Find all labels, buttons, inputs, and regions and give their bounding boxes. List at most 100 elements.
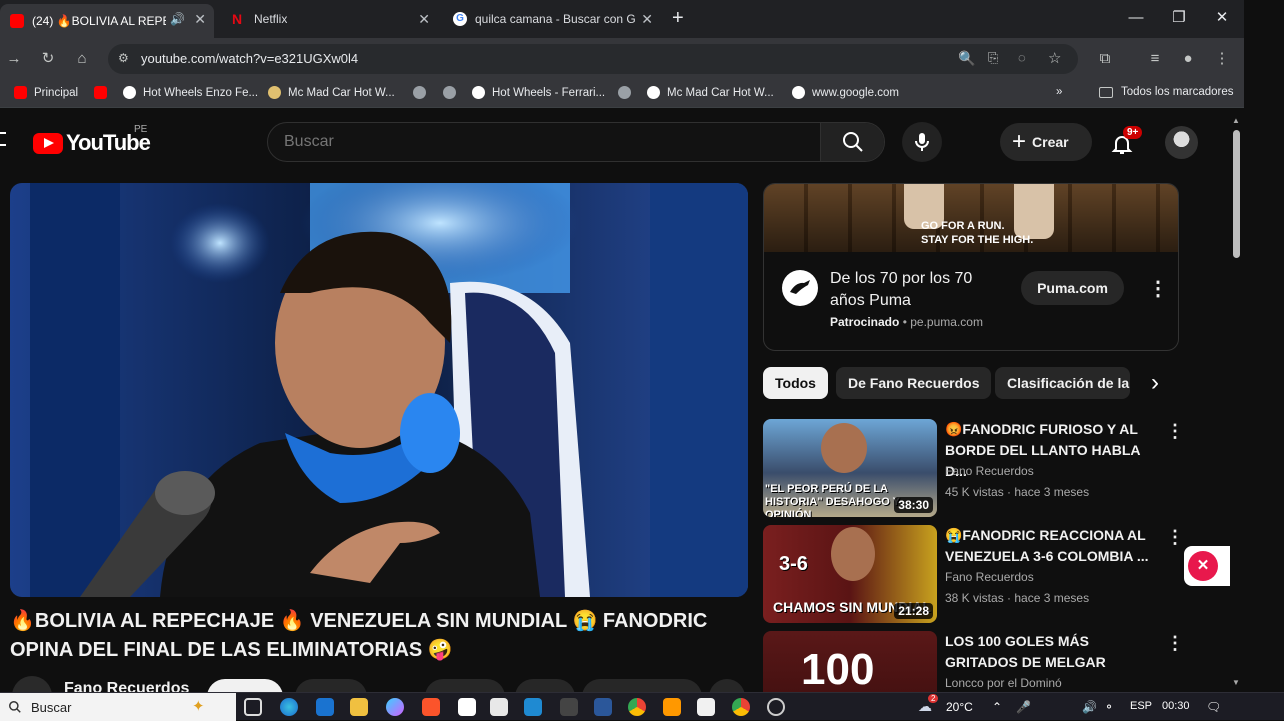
remix-button[interactable] xyxy=(515,679,575,692)
chrome-icon[interactable] xyxy=(628,698,646,716)
ad-card[interactable]: GO FOR A RUN. STAY FOR THE HIGH. De los … xyxy=(763,183,1179,351)
zoom-icon[interactable]: 🔍 xyxy=(958,50,975,67)
bookmark-mc-mad-car-1[interactable]: Mc Mad Car Hot W... xyxy=(268,86,395,99)
video-thumbnail[interactable]: 100 xyxy=(763,631,937,692)
video-title[interactable]: 😭FANODRIC REACCIONA AL VENEZUELA 3-6 COL… xyxy=(945,525,1160,567)
speaker-icon[interactable]: 🔊 xyxy=(170,12,185,26)
tab-google-search[interactable]: G quilca camana - Buscar con Google ✕ xyxy=(443,4,661,34)
recommendation-item[interactable]: 3-6 CHAMOS SIN MUNDIAL 21:28 😭FANODRIC R… xyxy=(763,525,1203,625)
more-bookmarks-icon[interactable]: » xyxy=(1056,86,1062,98)
like-button[interactable] xyxy=(295,679,367,692)
channel-avatar[interactable] xyxy=(12,676,52,692)
ad-banner[interactable]: GO FOR A RUN. STAY FOR THE HIGH. xyxy=(764,184,1178,252)
notes-icon[interactable] xyxy=(697,698,715,716)
word-icon[interactable] xyxy=(594,698,612,716)
install-app-icon[interactable]: ⎘ xyxy=(988,50,998,66)
menu-icon[interactable]: ⋮ xyxy=(1212,49,1232,69)
new-tab-button[interactable]: + xyxy=(672,7,684,30)
taskbar-search[interactable]: Buscar ✦ xyxy=(0,693,236,721)
ad-cta-button[interactable]: Puma.com xyxy=(1021,271,1124,305)
forward-icon[interactable]: → xyxy=(4,49,24,69)
hamburger-menu-icon[interactable] xyxy=(0,132,6,146)
recommendation-item[interactable]: 100 LOS 100 GOLES MÁS GRITADOS DE MELGAR… xyxy=(763,631,1203,692)
channel-name[interactable]: Fano Recuerdos xyxy=(945,570,1034,584)
youtube-logo[interactable]: YouTube xyxy=(33,130,151,156)
vscode-icon[interactable] xyxy=(524,698,542,716)
search-input[interactable] xyxy=(268,123,820,161)
scroll-up-arrow[interactable]: ▲ xyxy=(1232,116,1240,125)
tab-youtube[interactable]: (24) 🔥BOLIVIA AL REPECHAJE 🔊 ✕ xyxy=(0,4,214,38)
search-button[interactable] xyxy=(820,123,884,161)
all-bookmarks-folder[interactable]: Todos los marcadores xyxy=(1099,86,1234,98)
bookmark-globe-1[interactable] xyxy=(413,86,433,99)
outlook-icon[interactable] xyxy=(316,698,334,716)
video-player[interactable] xyxy=(10,183,748,597)
more-options-icon[interactable]: ⋮ xyxy=(1166,527,1184,548)
channel-name[interactable]: Fano Recuerdos xyxy=(64,680,189,692)
close-tab-icon[interactable]: ✕ xyxy=(641,11,653,28)
network-icon[interactable]: ⚬ xyxy=(1104,700,1114,714)
profile-icon[interactable]: ● xyxy=(1178,49,1198,69)
reload-icon[interactable]: ↻ xyxy=(38,49,58,69)
copilot-icon[interactable] xyxy=(386,698,404,716)
download-button[interactable] xyxy=(582,679,702,692)
channel-name[interactable]: Fano Recuerdos xyxy=(945,464,1034,478)
volume-icon[interactable]: 🔊 xyxy=(1082,700,1097,714)
site-info-icon[interactable]: ⚙ xyxy=(118,51,129,65)
close-tab-icon[interactable]: ✕ xyxy=(418,11,430,28)
share-button[interactable] xyxy=(425,679,505,692)
bookmark-hot-wheels-enzo[interactable]: Hot Wheels Enzo Fe... xyxy=(123,86,258,99)
subscribe-button[interactable] xyxy=(207,679,283,692)
brave-icon[interactable] xyxy=(422,698,440,716)
bookmark-google[interactable]: www.google.com xyxy=(792,86,899,99)
bookmark-globe-3[interactable] xyxy=(618,86,638,99)
file-explorer-icon[interactable] xyxy=(350,698,368,716)
close-tab-icon[interactable]: ✕ xyxy=(194,11,206,28)
scroll-down-arrow[interactable]: ▼ xyxy=(1232,678,1240,687)
clock-app-icon[interactable] xyxy=(767,698,785,716)
tab-netflix[interactable]: N Netflix ✕ xyxy=(222,4,438,34)
notifications-center-icon[interactable]: 🗨 xyxy=(1206,700,1221,714)
home-icon[interactable]: ⌂ xyxy=(72,49,92,69)
bookmark-mc-mad-car-2[interactable]: Mc Mad Car Hot W... xyxy=(647,86,774,99)
address-bar[interactable]: ⚙ youtube.com/watch?v=e321UGXw0l4 🔍 ⎘ ◌ … xyxy=(108,44,1078,74)
microphone-tray-icon[interactable]: 🎤 xyxy=(1016,700,1031,714)
more-actions-button[interactable] xyxy=(709,679,745,692)
video-thumbnail[interactable]: 3-6 CHAMOS SIN MUNDIAL 21:28 xyxy=(763,525,937,623)
channel-name[interactable]: Loncco por el Dominó xyxy=(945,676,1062,690)
chips-next-icon[interactable]: › xyxy=(1142,370,1168,396)
task-view-icon[interactable] xyxy=(244,698,262,716)
video-title[interactable]: LOS 100 GOLES MÁS GRITADOS DE MELGAR xyxy=(945,631,1160,673)
chip-todos[interactable]: Todos xyxy=(763,367,828,399)
extensions-icon[interactable]: ⧉ xyxy=(1095,49,1115,69)
bookmark-globe-2[interactable] xyxy=(443,86,463,99)
minimize-icon[interactable]: — xyxy=(1126,8,1146,28)
close-window-icon[interactable]: ✕ xyxy=(1212,8,1232,28)
notepad-icon[interactable] xyxy=(458,698,476,716)
chevron-up-icon[interactable]: ⌃ xyxy=(992,700,1002,714)
edge-icon[interactable] xyxy=(280,698,298,716)
language-indicator[interactable]: ESP xyxy=(1130,700,1152,712)
video-thumbnail[interactable]: "EL PEOR PERÚ DE LA HISTORIA" DESAHOGO Y… xyxy=(763,419,937,517)
sublime-icon[interactable] xyxy=(663,698,681,716)
recommendation-item[interactable]: "EL PEOR PERÚ DE LA HISTORIA" DESAHOGO Y… xyxy=(763,419,1203,519)
bookmark-hot-wheels-ferrari[interactable]: Hot Wheels - Ferrari... xyxy=(472,86,605,99)
floating-extension-button[interactable]: ✕ xyxy=(1184,546,1230,586)
avatar[interactable] xyxy=(1165,126,1198,159)
bookmark-principal[interactable]: Principal xyxy=(14,86,78,99)
puma-logo[interactable] xyxy=(782,270,818,306)
weather-temp[interactable]: 20°C xyxy=(946,700,973,714)
chip-clasificacion[interactable]: Clasificación de la xyxy=(995,367,1130,399)
more-options-icon[interactable]: ⋮ xyxy=(1166,421,1184,442)
media-control-icon[interactable]: ≡ xyxy=(1145,49,1165,69)
notifications-button[interactable]: 9+ xyxy=(1108,126,1143,158)
ad-more-icon[interactable]: ⋮ xyxy=(1148,276,1168,301)
scrollbar-thumb[interactable] xyxy=(1233,130,1240,258)
clock-time[interactable]: 00:30 xyxy=(1162,700,1190,712)
maximize-icon[interactable]: ❐ xyxy=(1169,8,1189,28)
more-options-icon[interactable]: ⋮ xyxy=(1166,633,1184,654)
bookmark-star-icon[interactable]: ☆ xyxy=(1048,49,1061,67)
chip-de-fano-recuerdos[interactable]: De Fano Recuerdos xyxy=(836,367,992,399)
page-scrollbar[interactable]: ▲ ▼ xyxy=(1230,114,1244,690)
store-icon[interactable] xyxy=(560,698,578,716)
